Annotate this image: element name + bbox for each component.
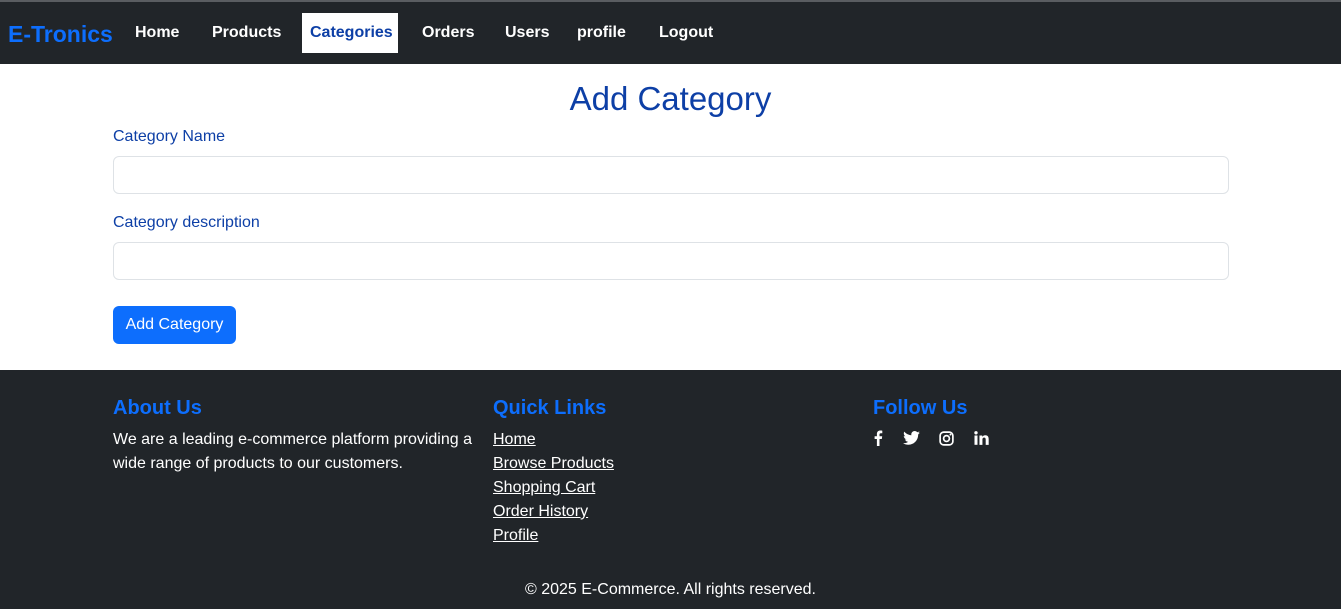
- nav-users[interactable]: Users: [497, 13, 557, 53]
- footer-link-profile[interactable]: Profile: [493, 527, 538, 544]
- nav-orders[interactable]: Orders: [414, 13, 482, 53]
- linkedin-icon[interactable]: [971, 428, 991, 448]
- footer: About Us We are a leading e-commerce pla…: [0, 370, 1341, 609]
- list-item: Browse Products: [493, 452, 614, 476]
- category-description-input[interactable]: [113, 242, 1229, 280]
- list-item: Shopping Cart: [493, 476, 614, 500]
- category-name-label: Category Name: [113, 128, 226, 145]
- instagram-icon[interactable]: [936, 428, 956, 448]
- copyright-text: © 2025 E-Commerce. All rights reserved.: [524, 581, 816, 598]
- nav-categories[interactable]: Categories: [302, 13, 398, 53]
- list-item: Home: [493, 428, 614, 452]
- twitter-icon[interactable]: [901, 428, 921, 448]
- nav-logout[interactable]: Logout: [651, 13, 721, 53]
- nav-home[interactable]: Home: [127, 13, 187, 53]
- brand-logo[interactable]: E-Tronics: [8, 21, 113, 47]
- about-text: We are a leading e-commerce platform pro…: [113, 431, 472, 472]
- footer-link-order-history[interactable]: Order History: [493, 503, 588, 520]
- nav-profile[interactable]: profile: [569, 13, 634, 53]
- add-category-button[interactable]: Add Category: [113, 306, 236, 344]
- footer-link-home[interactable]: Home: [493, 431, 536, 448]
- follow-us-heading: Follow Us: [873, 397, 968, 419]
- category-name-input[interactable]: [113, 156, 1229, 194]
- list-item: Profile: [493, 524, 614, 548]
- quick-links-list: Home Browse Products Shopping Cart Order…: [493, 428, 614, 548]
- footer-link-browse-products[interactable]: Browse Products: [493, 455, 614, 472]
- nav-products[interactable]: Products: [204, 13, 289, 53]
- quick-links-heading: Quick Links: [493, 397, 607, 419]
- category-description-label: Category description: [113, 214, 260, 231]
- top-navbar: E-Tronics Home Products Categories Order…: [0, 2, 1341, 64]
- list-item: Order History: [493, 500, 614, 524]
- page-title: Add Category: [569, 80, 772, 117]
- footer-link-shopping-cart[interactable]: Shopping Cart: [493, 479, 595, 496]
- about-heading: About Us: [113, 397, 202, 419]
- facebook-icon[interactable]: [868, 428, 888, 448]
